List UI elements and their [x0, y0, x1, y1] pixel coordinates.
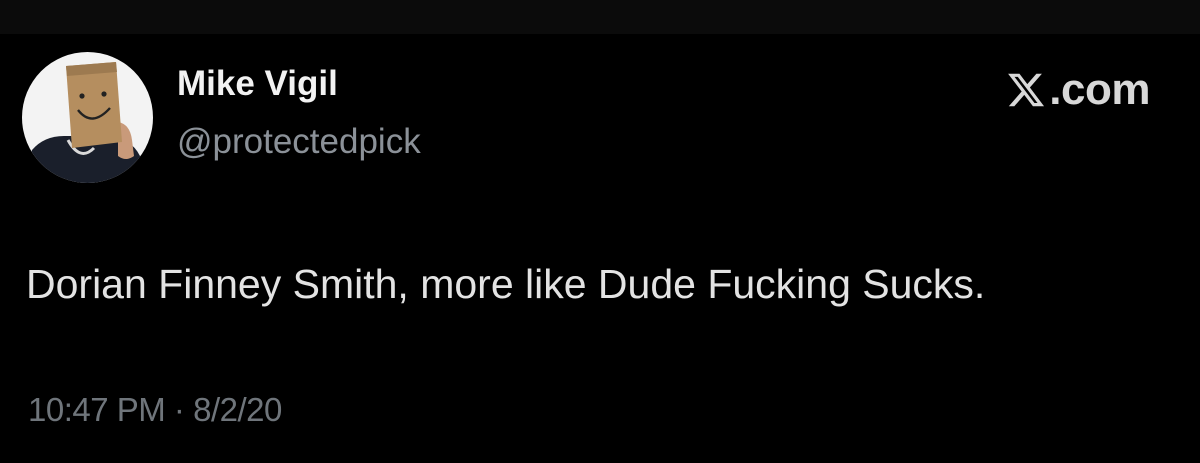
paper-bag-smiley-avatar [22, 52, 153, 183]
brand-text: .com [1049, 65, 1150, 114]
x-logo-icon [1008, 73, 1045, 107]
tweet-timestamp[interactable]: 10:47 PM · 8/2/20 [28, 393, 282, 426]
avatar[interactable] [22, 52, 153, 183]
x-com-brand: .com [1006, 68, 1150, 112]
tweet-date: 8/2/20 [193, 391, 282, 428]
top-strip [0, 0, 1200, 34]
tweet-time: 10:47 PM [28, 391, 166, 428]
author-display-name[interactable]: Mike Vigil [177, 66, 338, 101]
timestamp-separator: · [173, 391, 185, 428]
tweet-text: Dorian Finney Smith, more like Dude Fuck… [26, 261, 986, 307]
author-handle[interactable]: @protectedpick [177, 124, 421, 159]
